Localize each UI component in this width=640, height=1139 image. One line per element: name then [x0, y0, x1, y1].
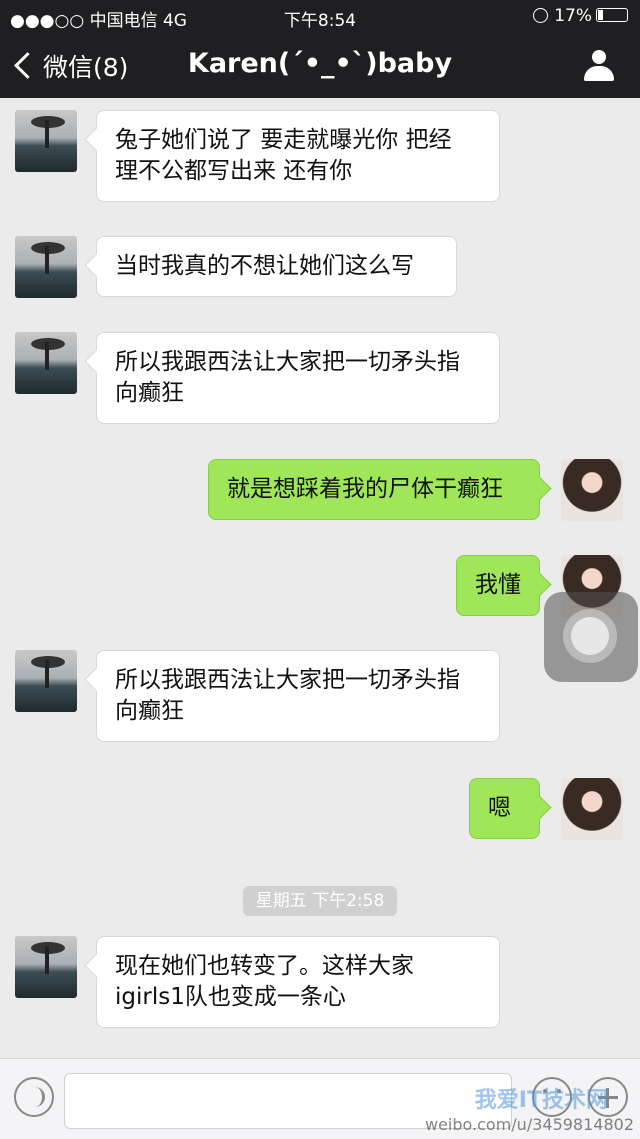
battery-area: 17% [533, 6, 628, 26]
battery-percent: 17% [554, 6, 592, 26]
status-bar: ●●●○○ 中国电信 4G 下午8:54 17% [0, 0, 640, 34]
watermark-url: weibo.com/u/3459814802 [424, 1115, 634, 1134]
rotation-lock-icon [533, 8, 549, 23]
message-bubble-left[interactable]: 兔子她们说了 要走就曝光你 把经 理不公都写出来 还有你 [96, 110, 500, 202]
my-avatar[interactable] [561, 459, 623, 521]
top-bar: ●●●○○ 中国电信 4G 下午8:54 17% 微信(8) Karen(´•_… [0, 0, 640, 98]
message-bubble-right[interactable]: 就是想踩着我的尸体干癫狂 [208, 459, 540, 520]
contact-avatar[interactable] [15, 936, 77, 998]
contact-avatar[interactable] [15, 110, 77, 172]
chat-title: Karen(´•_•`)baby [187, 48, 453, 79]
message-bubble-right[interactable]: 我懂 [456, 555, 540, 616]
contact-person-icon[interactable] [584, 50, 614, 82]
message-bubble-left[interactable]: 现在她们也转变了。这样大家 igirls1队也变成一条心 [96, 936, 500, 1028]
contact-avatar[interactable] [15, 236, 77, 298]
voice-icon[interactable] [14, 1077, 54, 1117]
watermark-site: 我爱IT技术网 [474, 1088, 608, 1113]
message-bubble-left[interactable]: 所以我跟西法让大家把一切矛头指 向癫狂 [96, 650, 500, 742]
nav-bar: 微信(8) Karen(´•_•`)baby [0, 34, 640, 98]
message-bubble-left[interactable]: 所以我跟西法让大家把一切矛头指 向癫狂 [96, 332, 500, 424]
contact-avatar[interactable] [15, 332, 77, 394]
contact-avatar[interactable] [15, 650, 77, 712]
message-bubble-left[interactable]: 当时我真的不想让她们这么写 [96, 236, 457, 297]
timestamp-badge: 星期五 下午2:58 [243, 886, 397, 916]
message-bubble-right[interactable]: 嗯 [469, 778, 540, 839]
assistive-touch-icon[interactable] [544, 592, 638, 682]
battery-icon [596, 8, 628, 22]
my-avatar[interactable] [561, 778, 623, 840]
